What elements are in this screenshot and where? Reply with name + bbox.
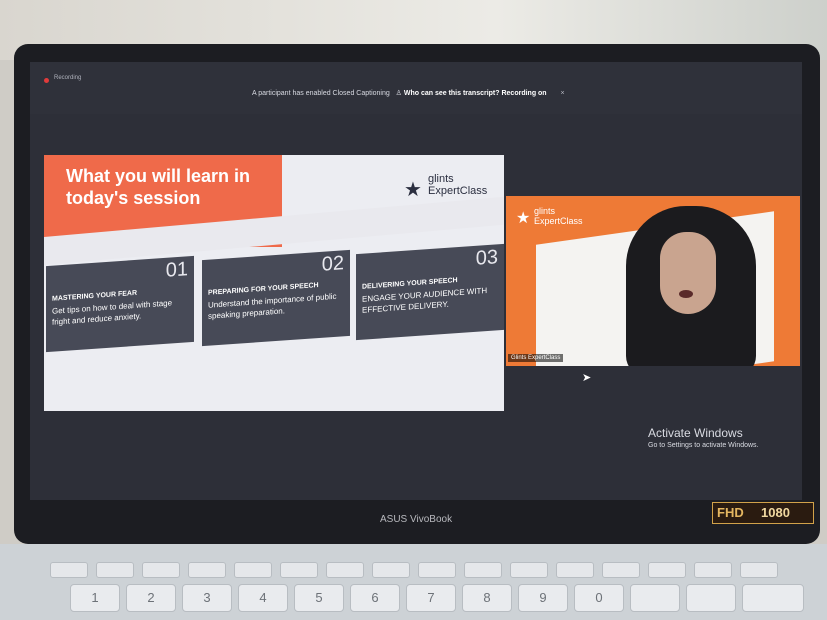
resolution-label: 1080 [761, 505, 790, 520]
activate-subtitle: Go to Settings to activate Windows. [648, 442, 759, 449]
speaker-mouth [679, 290, 693, 298]
function-key[interactable] [50, 562, 88, 578]
mouse-cursor-icon: ➤ [582, 372, 592, 384]
function-key[interactable] [556, 562, 594, 578]
person-icon: ♙ [395, 90, 402, 97]
key-7[interactable]: 7 [406, 584, 456, 612]
activate-title: Activate Windows [648, 426, 743, 440]
speaker-person [626, 196, 766, 366]
topic-number: 01 [165, 258, 188, 282]
function-key[interactable] [372, 562, 410, 578]
glints-logo-text: glints ExpertClass [428, 173, 487, 197]
slide-title: What you will learn in today's session [66, 166, 251, 208]
key-2[interactable]: 2 [126, 584, 176, 612]
function-key[interactable] [418, 562, 456, 578]
function-key[interactable] [694, 562, 732, 578]
video-logo-line-2: ExpertClass [534, 216, 583, 226]
fhd-label: FHD [717, 505, 744, 520]
star-icon: ★ [516, 210, 531, 227]
key-8[interactable]: 8 [462, 584, 512, 612]
function-key[interactable] [740, 562, 778, 578]
topic-number: 02 [321, 252, 344, 276]
key-backspace[interactable] [742, 584, 804, 612]
speaker-face [660, 232, 716, 314]
fhd-badge: FHD 1080 [712, 502, 814, 524]
logo-line-1: glints [428, 173, 454, 185]
logo-line-2: ExpertClass [428, 185, 488, 197]
function-key[interactable] [96, 562, 134, 578]
laptop-screen: Recording A participant has enabled Clos… [30, 62, 802, 500]
function-key[interactable] [188, 562, 226, 578]
function-key[interactable] [326, 562, 364, 578]
topic-card-2: 02 PREPARING FOR YOUR SPEECH Understand … [202, 249, 350, 347]
key-3[interactable]: 3 [182, 584, 232, 612]
topic-card-1: 01 MASTERING YOUR FEAR Get tips on how t… [46, 255, 194, 353]
close-icon[interactable]: × [561, 90, 565, 97]
key-1[interactable]: 1 [70, 584, 120, 612]
keyboard-deck: 1 2 3 4 5 6 7 8 9 0 [0, 544, 827, 620]
key-4[interactable]: 4 [238, 584, 288, 612]
shared-slide: What you will learn in today's session ★… [44, 155, 504, 411]
meeting-top-bar: Recording A participant has enabled Clos… [30, 62, 802, 114]
function-key[interactable] [234, 562, 272, 578]
key-0[interactable]: 0 [574, 584, 624, 612]
function-key[interactable] [602, 562, 640, 578]
video-logo-text: glints ExpertClass [534, 206, 583, 226]
function-key[interactable] [648, 562, 686, 578]
topic-number: 03 [475, 246, 498, 270]
function-key[interactable] [142, 562, 180, 578]
function-key[interactable] [510, 562, 548, 578]
recording-icon [44, 78, 49, 83]
laptop-brand: ASUS VivoBook [380, 514, 453, 525]
caption-banner: A participant has enabled Closed Caption… [252, 89, 565, 97]
video-logo-line-1: glints [534, 206, 556, 216]
participant-name-tag: Glints ExpertClass [508, 354, 564, 362]
caption-banner-text: A participant has enabled Closed Caption… [252, 90, 390, 97]
function-key[interactable] [280, 562, 318, 578]
activate-windows-watermark: Activate Windows Go to Settings to activ… [648, 426, 759, 449]
key-6[interactable]: 6 [350, 584, 400, 612]
star-icon: ★ [404, 179, 422, 201]
transcript-link[interactable]: Who can see this transcript? Recording o… [404, 90, 547, 97]
topic-card-3: 03 DELIVERING YOUR SPEECH ENGAGE YOUR AU… [356, 243, 504, 341]
key-5[interactable]: 5 [294, 584, 344, 612]
function-key[interactable] [464, 562, 502, 578]
key-equals[interactable] [686, 584, 736, 612]
speaker-video[interactable]: ★ glints ExpertClass Glints ExpertClass [506, 196, 800, 366]
recording-label: Recording [54, 75, 82, 81]
key-minus[interactable] [630, 584, 680, 612]
key-9[interactable]: 9 [518, 584, 568, 612]
